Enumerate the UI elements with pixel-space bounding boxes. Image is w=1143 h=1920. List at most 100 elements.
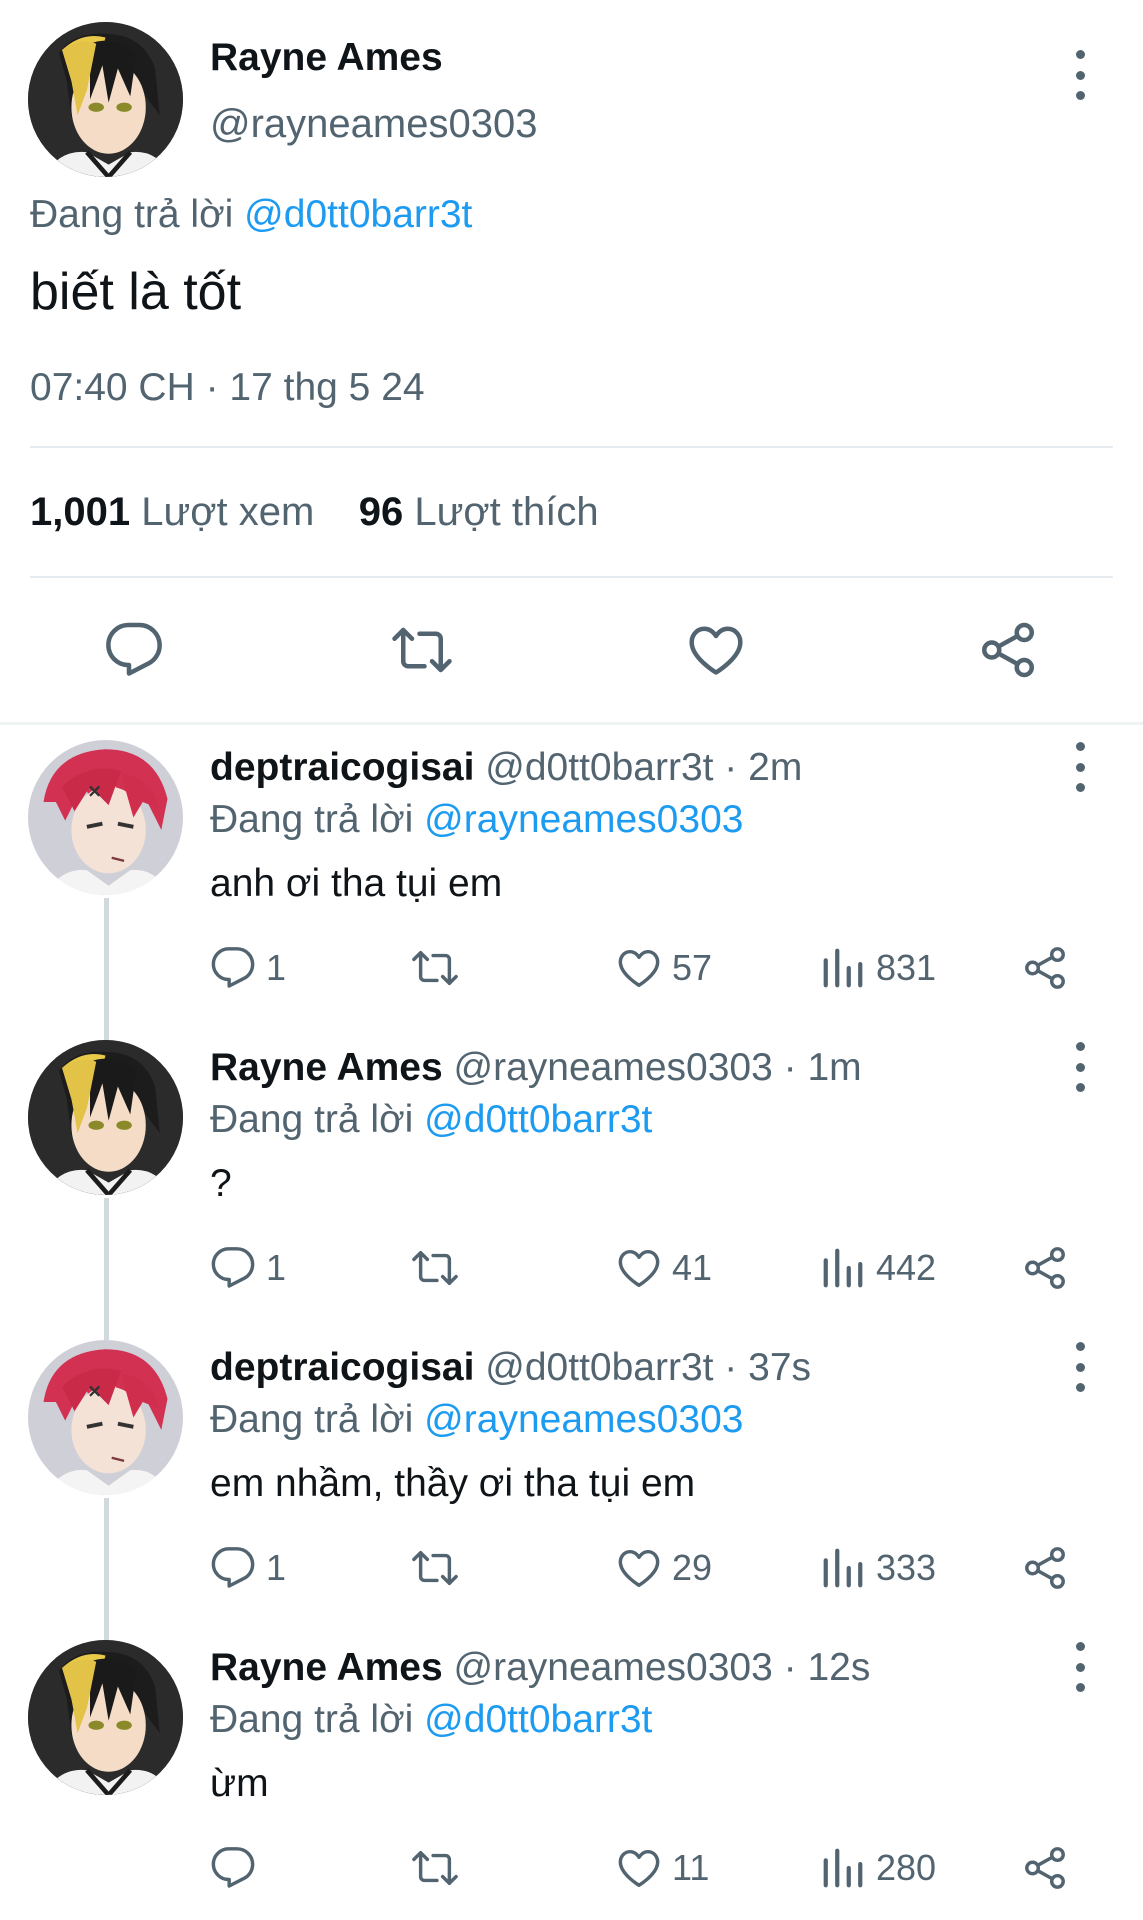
reply-icon[interactable] xyxy=(104,620,164,680)
views-icon xyxy=(820,1845,866,1891)
reply-icon xyxy=(210,1245,256,1291)
heart-icon xyxy=(616,1245,662,1291)
reply-avatar[interactable] xyxy=(28,1040,183,1195)
like-button[interactable]: 11 xyxy=(616,1843,709,1893)
reply-icon xyxy=(210,1545,256,1591)
reply-author-name[interactable]: Rayne Ames xyxy=(210,1046,443,1089)
replying-mention-link[interactable]: @rayneames0303 xyxy=(424,1398,743,1441)
reply-button[interactable] xyxy=(210,1843,256,1893)
views-button[interactable]: 280 xyxy=(820,1843,936,1893)
like-button[interactable]: 57 xyxy=(616,943,712,993)
retweet-button[interactable] xyxy=(412,1543,458,1593)
views-count: 1,001 xyxy=(30,490,131,534)
reply-header: deptraicogisai @d0tt0barr3t · 37s xyxy=(210,1346,811,1390)
views-icon xyxy=(820,1245,866,1291)
like-count: 57 xyxy=(672,947,713,988)
reply-text: anh ơi tha tụi em xyxy=(210,862,503,905)
replying-mention-link[interactable]: @d0tt0barr3t xyxy=(424,1698,652,1741)
retweet-icon[interactable] xyxy=(392,620,452,680)
replying-prefix: Đang trả lời xyxy=(210,1398,414,1441)
divider xyxy=(30,446,1113,448)
replying-mention-link[interactable]: @d0tt0barr3t xyxy=(424,1098,652,1141)
share-button[interactable] xyxy=(1022,1243,1068,1293)
reply-count: 1 xyxy=(266,1547,287,1588)
view-count: 442 xyxy=(876,1247,937,1288)
reply-icon xyxy=(210,1845,256,1891)
tweet-text: biết là tốt xyxy=(30,263,242,321)
more-options-icon[interactable] xyxy=(1070,742,1090,792)
reply-meta: @d0tt0barr3t · 2m xyxy=(485,746,803,789)
share-button[interactable] xyxy=(1022,943,1068,993)
views-label: Lượt xem xyxy=(141,490,315,534)
likes-count[interactable]: 96 xyxy=(359,490,404,534)
tweet-timestamp[interactable]: 07:40 CH · 17 thg 5 24 xyxy=(30,366,425,410)
replying-prefix: Đang trả lời xyxy=(210,1698,414,1741)
replying-mention-link[interactable]: @d0tt0barr3t xyxy=(244,193,472,236)
views-button[interactable]: 831 xyxy=(820,943,936,993)
avatar-image xyxy=(28,1640,183,1795)
author-handle[interactable]: @rayneames0303 xyxy=(210,102,537,147)
replying-to-line: Đang trả lời @d0tt0barr3t xyxy=(210,1098,652,1142)
like-button[interactable]: 29 xyxy=(616,1543,712,1593)
view-count: 333 xyxy=(876,1547,937,1588)
retweet-icon xyxy=(412,1845,458,1891)
avatar-image xyxy=(28,740,183,895)
heart-icon xyxy=(616,945,662,991)
like-button[interactable]: 41 xyxy=(616,1243,712,1293)
replying-mention-link[interactable]: @rayneames0303 xyxy=(424,798,743,841)
reply-text: em nhầm, thầy ơi tha tụi em xyxy=(210,1462,696,1505)
replying-prefix: Đang trả lời xyxy=(30,193,234,236)
retweet-button[interactable] xyxy=(412,1243,458,1293)
replying-prefix: Đang trả lời xyxy=(210,1098,414,1141)
thread-line xyxy=(104,898,109,1040)
share-icon xyxy=(1022,1845,1068,1891)
views-icon xyxy=(820,1545,866,1591)
thread-line xyxy=(104,1498,109,1640)
replying-to-line: Đang trả lời @d0tt0barr3t xyxy=(210,1698,652,1742)
more-options-icon[interactable] xyxy=(1070,1342,1090,1392)
reply-meta: @rayneames0303 · 1m xyxy=(453,1046,862,1089)
reply-avatar[interactable] xyxy=(28,740,183,895)
reply-text: ? xyxy=(210,1162,232,1205)
retweet-icon xyxy=(412,1245,458,1291)
reply-header: Rayne Ames @rayneames0303 · 1m xyxy=(210,1046,862,1090)
author-avatar[interactable] xyxy=(28,22,183,177)
retweet-button[interactable] xyxy=(412,1843,458,1893)
retweet-icon xyxy=(412,945,458,991)
reply-author-name[interactable]: Rayne Ames xyxy=(210,1646,443,1689)
avatar-image xyxy=(28,22,183,177)
author-name[interactable]: Rayne Ames xyxy=(210,36,443,80)
retweet-button[interactable] xyxy=(412,943,458,993)
reply-button[interactable]: 1 xyxy=(210,1543,286,1593)
reply-button[interactable]: 1 xyxy=(210,943,286,993)
like-count: 11 xyxy=(672,1847,710,1888)
reply-header: Rayne Ames @rayneames0303 · 12s xyxy=(210,1646,870,1690)
heart-icon xyxy=(616,1845,662,1891)
more-options-icon[interactable] xyxy=(1070,50,1090,100)
views-button[interactable]: 333 xyxy=(820,1543,936,1593)
more-options-icon[interactable] xyxy=(1070,1642,1090,1692)
section-separator xyxy=(0,722,1143,725)
reply-avatar[interactable] xyxy=(28,1640,183,1795)
reply-author-name[interactable]: deptraicogisai xyxy=(210,746,474,789)
views-button[interactable]: 442 xyxy=(820,1243,936,1293)
reply-button[interactable]: 1 xyxy=(210,1243,286,1293)
like-count: 41 xyxy=(672,1247,713,1288)
view-count: 831 xyxy=(876,947,937,988)
reply-avatar[interactable] xyxy=(28,1340,183,1495)
share-icon[interactable] xyxy=(978,620,1038,680)
like-icon[interactable] xyxy=(686,620,746,680)
more-options-icon[interactable] xyxy=(1070,1042,1090,1092)
reply-count: 1 xyxy=(266,947,287,988)
reply-author-name[interactable]: deptraicogisai xyxy=(210,1346,474,1389)
retweet-icon xyxy=(412,1545,458,1591)
replying-to-line: Đang trả lời @d0tt0barr3t xyxy=(30,193,472,237)
likes-label[interactable]: Lượt thích xyxy=(414,490,598,534)
share-button[interactable] xyxy=(1022,1543,1068,1593)
view-count: 280 xyxy=(876,1847,937,1888)
views-icon xyxy=(820,945,866,991)
reply-meta: @d0tt0barr3t · 37s xyxy=(485,1346,812,1389)
replying-to-line: Đang trả lời @rayneames0303 xyxy=(210,798,743,842)
share-button[interactable] xyxy=(1022,1843,1068,1893)
reply-icon xyxy=(210,945,256,991)
